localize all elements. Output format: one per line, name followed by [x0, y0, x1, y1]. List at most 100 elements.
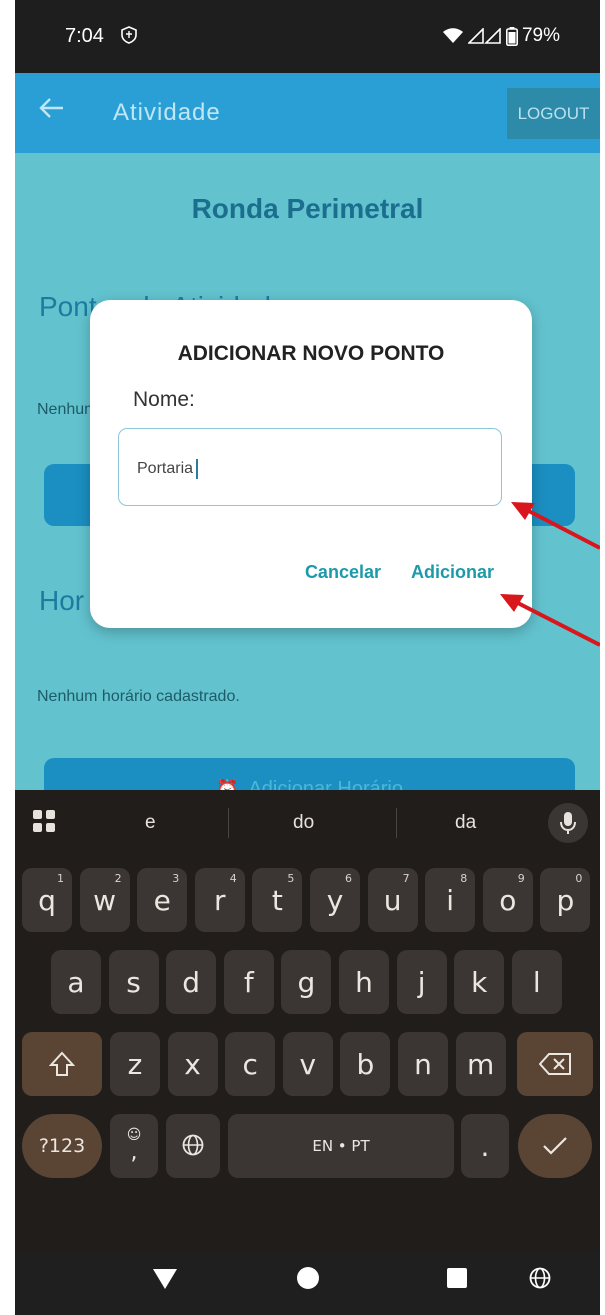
- recents-nav-icon[interactable]: [447, 1268, 467, 1292]
- app-title: Atividade: [113, 99, 221, 126]
- key-number-hint: 5: [287, 872, 295, 885]
- key-letter: i: [446, 883, 455, 917]
- key-v[interactable]: v: [282, 1032, 333, 1096]
- key-number-hint: 9: [517, 872, 525, 885]
- schedule-section-title: Hor: [39, 585, 85, 616]
- add-point-dialog: ADICIONAR NOVO PONTO Nome: Portaria Canc…: [90, 300, 532, 628]
- status-bar: 7:04 79%: [15, 0, 600, 73]
- key-r[interactable]: r4: [194, 868, 245, 932]
- key-number-hint: 1: [57, 872, 64, 885]
- logout-button[interactable]: LOGOUT: [507, 88, 600, 139]
- space-key[interactable]: EN • PT: [228, 1114, 454, 1178]
- back-nav-icon[interactable]: [151, 1267, 179, 1295]
- key-w[interactable]: w2: [79, 868, 130, 932]
- comma-key[interactable]: ☺ ,: [110, 1114, 158, 1178]
- suggestion-divider: [396, 808, 397, 838]
- points-empty-text: Nenhum: [37, 401, 98, 418]
- key-u[interactable]: u7: [367, 868, 418, 932]
- key-row-1: q1w2e3r4t5y6u7i8o9p0: [15, 868, 600, 936]
- battery-percent: 79%: [521, 25, 560, 46]
- key-letter: u: [383, 883, 402, 917]
- key-g[interactable]: g: [281, 950, 332, 1014]
- key-n[interactable]: n: [398, 1032, 448, 1096]
- key-k[interactable]: k: [454, 950, 505, 1014]
- text-caret: [196, 459, 199, 479]
- key-letter: w: [93, 883, 117, 917]
- key-number-hint: 0: [575, 872, 583, 885]
- key-number-hint: 3: [172, 872, 180, 885]
- add-button[interactable]: Adicionar: [411, 562, 494, 583]
- period-key[interactable]: .: [461, 1114, 509, 1178]
- key-p[interactable]: p0: [540, 868, 591, 932]
- name-label: Nome:: [133, 388, 195, 411]
- suggestion-strip: e do da: [15, 790, 600, 852]
- key-q[interactable]: q1: [22, 868, 72, 932]
- key-number-hint: 6: [345, 872, 352, 885]
- soft-keyboard: e do da q1w2e3r4t5y6u7i8o9p0 asdfghjkl z…: [15, 790, 600, 1315]
- key-row-2: asdfghjkl: [15, 950, 600, 1018]
- language-key[interactable]: [166, 1114, 220, 1178]
- key-d[interactable]: d: [166, 950, 217, 1014]
- key-z[interactable]: z: [110, 1032, 160, 1096]
- key-row-3: zxcvbnm: [15, 1032, 600, 1100]
- key-t[interactable]: t5: [252, 868, 303, 932]
- key-m[interactable]: m: [455, 1032, 506, 1096]
- key-l[interactable]: l: [511, 950, 562, 1014]
- back-arrow-icon[interactable]: [39, 95, 67, 127]
- name-input[interactable]: Portaria: [118, 428, 502, 506]
- navigation-bar: [15, 1251, 600, 1315]
- shield-icon: [120, 26, 138, 49]
- signal-icon: [467, 28, 502, 44]
- key-letter: e: [153, 883, 171, 917]
- mic-icon[interactable]: [548, 803, 588, 843]
- phone-screen: 7:04 79% Atividade LOGOUT Ronda Perimetr…: [15, 0, 600, 1315]
- key-o[interactable]: o9: [482, 868, 533, 932]
- key-c[interactable]: c: [225, 1032, 276, 1096]
- key-b[interactable]: b: [340, 1032, 391, 1096]
- dialog-actions: Cancelar Adicionar: [305, 562, 494, 583]
- key-i[interactable]: i8: [425, 868, 476, 932]
- key-number-hint: 7: [402, 872, 410, 885]
- home-nav-icon[interactable]: [296, 1266, 320, 1294]
- symbols-key[interactable]: ?123: [22, 1114, 102, 1178]
- activity-heading: Ronda Perimetral: [191, 193, 424, 224]
- key-e[interactable]: e3: [137, 868, 188, 932]
- key-number-hint: 2: [114, 872, 122, 885]
- keyboard-switch-globe-icon[interactable]: [529, 1267, 551, 1293]
- key-j[interactable]: j: [396, 950, 447, 1014]
- enter-key[interactable]: [518, 1114, 592, 1178]
- app-bar: Atividade LOGOUT: [15, 73, 600, 153]
- main-content: Ronda Perimetral Pontos da Atividade Nen…: [15, 153, 600, 820]
- key-letter: t: [271, 883, 283, 917]
- apps-grid-icon[interactable]: [32, 809, 56, 837]
- wifi-icon: [442, 28, 464, 44]
- key-row-4: ?123 ☺ , EN • PT .: [15, 1114, 600, 1182]
- suggestion-2[interactable]: do: [293, 812, 314, 834]
- key-number-hint: 8: [460, 872, 468, 885]
- key-letter: o: [499, 883, 517, 917]
- cancel-button[interactable]: Cancelar: [305, 562, 381, 583]
- key-y[interactable]: y6: [310, 868, 360, 932]
- suggestion-3[interactable]: da: [455, 812, 476, 834]
- dialog-title: ADICIONAR NOVO PONTO: [177, 342, 445, 365]
- key-letter: p: [556, 883, 575, 917]
- status-time: 7:04: [65, 25, 104, 47]
- backspace-key[interactable]: [517, 1032, 593, 1096]
- key-letter: r: [214, 883, 226, 917]
- key-letter: y: [326, 883, 344, 917]
- key-a[interactable]: a: [51, 950, 101, 1014]
- key-h[interactable]: h: [339, 950, 389, 1014]
- shift-key[interactable]: [22, 1032, 102, 1096]
- battery-icon: [505, 26, 518, 46]
- name-input-value: Portaria: [137, 459, 199, 479]
- key-s[interactable]: s: [108, 950, 159, 1014]
- key-number-hint: 4: [229, 872, 237, 885]
- status-right: 79%: [442, 25, 560, 47]
- key-letter: q: [38, 883, 56, 917]
- key-x[interactable]: x: [167, 1032, 218, 1096]
- suggestion-1[interactable]: e: [145, 812, 156, 834]
- schedule-empty-text: Nenhum horário cadastrado.: [37, 688, 240, 705]
- globe-icon: [182, 1130, 204, 1163]
- key-f[interactable]: f: [223, 950, 274, 1014]
- suggestion-divider: [228, 808, 229, 838]
